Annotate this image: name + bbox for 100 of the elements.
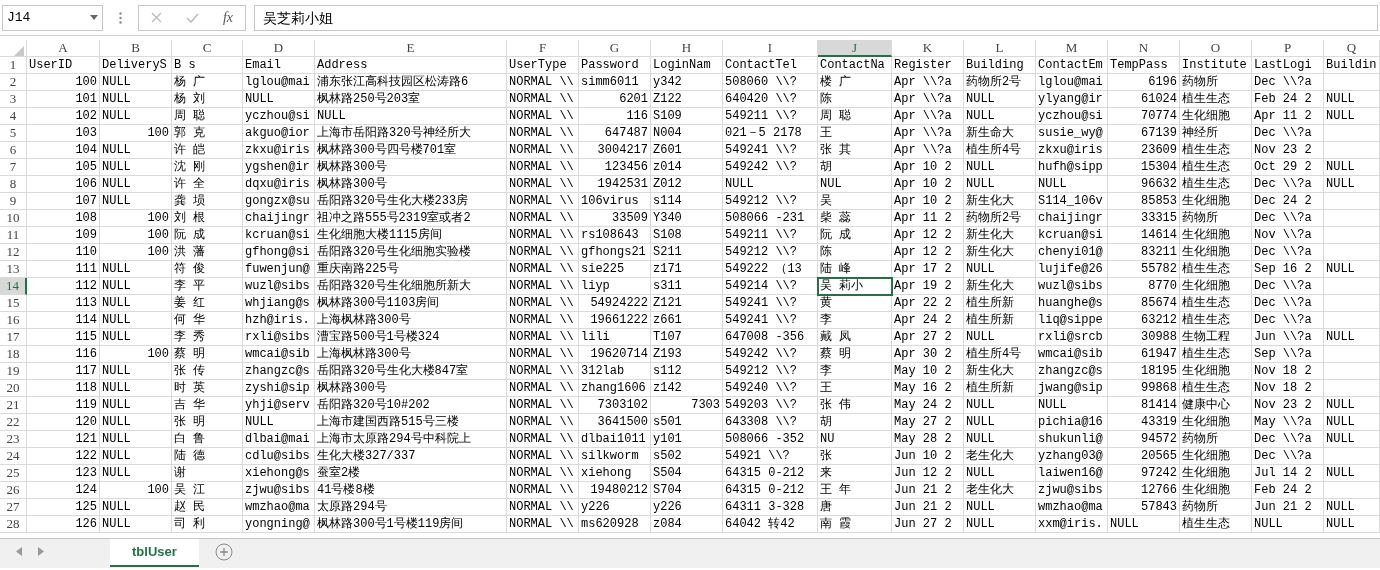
table-cell[interactable]: 阮 成 <box>818 227 892 244</box>
table-cell[interactable]: 岳阳路320号生化细胞实验楼 <box>315 244 507 261</box>
table-cell[interactable]: T107 <box>651 329 723 346</box>
table-cell[interactable]: May 24 2 <box>892 397 964 414</box>
table-cell[interactable]: NULL <box>100 431 172 448</box>
table-cell[interactable]: 陆 德 <box>172 448 243 465</box>
table-cell[interactable]: NULL <box>243 91 315 108</box>
table-cell[interactable]: May 27 2 <box>892 414 964 431</box>
table-cell[interactable]: 549211 \\? <box>723 227 818 244</box>
table-cell[interactable]: 647008 -356 <box>723 329 818 346</box>
row-header[interactable]: 9 <box>0 193 27 210</box>
table-cell[interactable]: 司 利 <box>172 516 243 533</box>
table-cell[interactable]: Z601 <box>651 142 723 159</box>
row-header[interactable]: 1 <box>0 57 27 74</box>
table-cell[interactable]: 119 <box>27 397 100 414</box>
table-cell[interactable]: 植生所4号 <box>964 346 1036 363</box>
table-cell[interactable]: 54921 \\? <box>723 448 818 465</box>
empty-cell[interactable] <box>1324 482 1380 499</box>
table-cell[interactable]: 周 聪 <box>818 108 892 125</box>
table-cell[interactable]: 植生所4号 <box>964 142 1036 159</box>
table-cell[interactable]: 117 <box>27 363 100 380</box>
table-cell[interactable]: 70774 <box>1108 108 1180 125</box>
table-cell[interactable]: 549212 \\? <box>723 193 818 210</box>
table-cell[interactable]: 7303102 <box>579 397 651 414</box>
table-cell[interactable]: 126 <box>27 516 100 533</box>
table-cell[interactable]: 112 <box>27 278 100 295</box>
empty-cell[interactable] <box>1324 380 1380 397</box>
table-cell[interactable]: 116 <box>579 108 651 125</box>
table-cell[interactable]: 张 <box>818 448 892 465</box>
table-cell[interactable]: Register <box>892 57 964 74</box>
table-cell[interactable]: NULL <box>1324 414 1380 431</box>
table-cell[interactable]: 陈 <box>818 91 892 108</box>
column-header[interactable]: J <box>818 40 892 57</box>
table-cell[interactable]: 李 <box>818 363 892 380</box>
table-cell[interactable]: yongning@ <box>243 516 315 533</box>
table-cell[interactable]: s112 <box>651 363 723 380</box>
row-header[interactable]: 17 <box>0 329 27 346</box>
table-cell[interactable]: Z012 <box>651 176 723 193</box>
table-cell[interactable]: 上海枫林路300号 <box>315 312 507 329</box>
table-cell[interactable]: jwang@sip <box>1036 380 1108 397</box>
table-cell[interactable]: Apr 12 2 <box>892 244 964 261</box>
table-cell[interactable]: Feb 24 2 <box>1252 91 1324 108</box>
table-cell[interactable]: 100 <box>100 227 172 244</box>
table-cell[interactable]: NULL <box>100 193 172 210</box>
table-cell[interactable]: NORMAL \\ <box>507 142 579 159</box>
table-cell[interactable]: 新生化大 <box>964 227 1036 244</box>
table-cell[interactable]: NULL <box>100 91 172 108</box>
table-cell[interactable]: gfhong@si <box>243 244 315 261</box>
table-cell[interactable]: NULL <box>964 414 1036 431</box>
table-cell[interactable]: 枫林路300号 <box>315 176 507 193</box>
table-cell[interactable]: NULL <box>1324 329 1380 346</box>
table-cell[interactable]: NORMAL \\ <box>507 227 579 244</box>
table-cell[interactable]: Jun 10 2 <box>892 448 964 465</box>
table-cell[interactable]: Apr 11 2 <box>1252 108 1324 125</box>
table-cell[interactable]: wuzl@sibs <box>1036 278 1108 295</box>
table-cell[interactable]: Dec \\?a <box>1252 244 1324 261</box>
table-cell[interactable]: 61947 <box>1108 346 1180 363</box>
table-cell[interactable]: NULL <box>1036 397 1108 414</box>
table-cell[interactable]: NORMAL \\ <box>507 482 579 499</box>
row-header[interactable]: 7 <box>0 159 27 176</box>
table-cell[interactable]: 85853 <box>1108 193 1180 210</box>
row-header[interactable]: 21 <box>0 397 27 414</box>
table-cell[interactable]: 阮 成 <box>172 227 243 244</box>
table-cell[interactable]: Dec \\?a <box>1252 210 1324 227</box>
table-cell[interactable]: 吴 <box>818 193 892 210</box>
table-cell[interactable]: 7303 <box>651 397 723 414</box>
table-cell[interactable]: NULL <box>1324 159 1380 176</box>
table-cell[interactable]: 1942531 <box>579 176 651 193</box>
table-cell[interactable]: 12766 <box>1108 482 1180 499</box>
table-cell[interactable]: 植生生态 <box>1180 176 1252 193</box>
table-cell[interactable]: LoginNam <box>651 57 723 74</box>
table-cell[interactable]: 100 <box>100 346 172 363</box>
table-cell[interactable]: 64315 0-212 <box>723 465 818 482</box>
table-cell[interactable]: s501 <box>651 414 723 431</box>
row-header[interactable]: 28 <box>0 516 27 533</box>
table-cell[interactable]: kcruan@si <box>1036 227 1108 244</box>
table-cell[interactable]: Building <box>964 57 1036 74</box>
table-cell[interactable]: 枫林路250号203室 <box>315 91 507 108</box>
table-cell[interactable]: 药物所2号 <box>964 74 1036 91</box>
table-cell[interactable]: NORMAL \\ <box>507 380 579 397</box>
row-header[interactable]: 27 <box>0 499 27 516</box>
scroll-right-icon[interactable] <box>38 547 44 556</box>
table-cell[interactable]: chaijingr <box>243 210 315 227</box>
table-cell[interactable]: 549212 \\? <box>723 363 818 380</box>
table-cell[interactable]: 太原路294号 <box>315 499 507 516</box>
table-cell[interactable]: 植生生态 <box>1180 312 1252 329</box>
table-cell[interactable]: whjiang@s <box>243 295 315 312</box>
table-cell[interactable]: 102 <box>27 108 100 125</box>
table-cell[interactable]: 健康中心 <box>1180 397 1252 414</box>
row-header[interactable]: 6 <box>0 142 27 159</box>
table-cell[interactable]: fuwenjun@ <box>243 261 315 278</box>
table-cell[interactable]: NORMAL \\ <box>507 176 579 193</box>
row-header[interactable]: 4 <box>0 108 27 125</box>
table-cell[interactable]: 黄 <box>818 295 892 312</box>
table-cell[interactable]: z171 <box>651 261 723 278</box>
table-cell[interactable]: yczhou@si <box>243 108 315 125</box>
table-cell[interactable]: 张 伟 <box>818 397 892 414</box>
table-cell[interactable]: 508066 -352 <box>723 431 818 448</box>
table-cell[interactable]: shukunli@ <box>1036 431 1108 448</box>
table-cell[interactable]: 生化细胞 <box>1180 244 1252 261</box>
